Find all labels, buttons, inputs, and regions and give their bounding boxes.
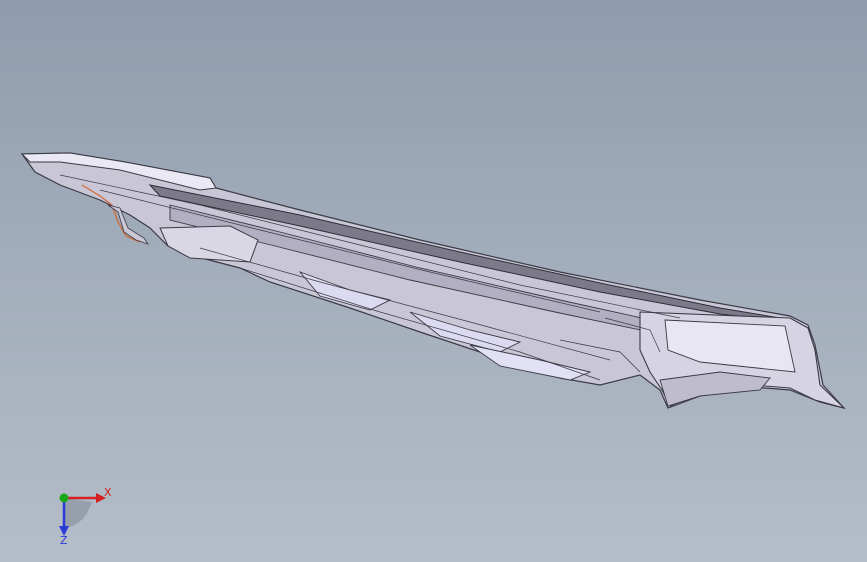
y-axis-dot <box>59 493 69 503</box>
x-axis-label: X <box>104 486 112 499</box>
cad-model-rear-diffuser[interactable] <box>0 0 867 562</box>
3d-viewport[interactable]: X Z <box>0 0 867 562</box>
axis-triad[interactable]: X Z <box>40 478 120 548</box>
triad-shadow <box>64 498 92 528</box>
z-axis-label: Z <box>60 534 68 547</box>
